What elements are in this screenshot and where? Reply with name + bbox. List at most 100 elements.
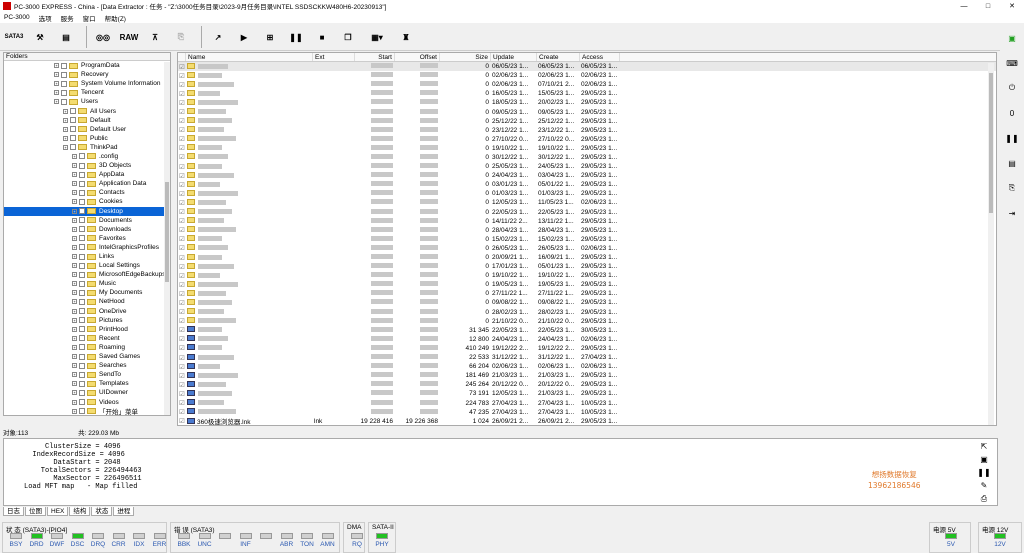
table-row[interactable]: ☑ 360极速浏览器.lnk lnk 19 228 416 19 226 368 1 02… bbox=[178, 417, 996, 425]
tree-checkbox[interactable] bbox=[79, 217, 85, 224]
tree-item[interactable]: + Saved Games bbox=[4, 352, 170, 361]
table-row[interactable]: ☑ 31 345 22/05/23 1... 22/05/23 1... 30/05/2… bbox=[178, 326, 996, 335]
expand-icon[interactable]: + bbox=[72, 326, 77, 332]
tab-hex[interactable]: HEX bbox=[47, 507, 69, 516]
file-list-scrollbar[interactable] bbox=[988, 63, 994, 425]
tree-item[interactable]: + Contacts bbox=[4, 188, 170, 197]
row-checkbox[interactable]: ☑ bbox=[178, 254, 186, 262]
menu-help[interactable]: 帮助(Z) bbox=[105, 13, 126, 23]
tree-item[interactable]: + Default User bbox=[4, 125, 170, 134]
view-mode-dropdown[interactable]: ▦▾ bbox=[363, 26, 391, 48]
table-row[interactable]: ☑ 0 27/11/22 1... 27/11/22 1... 29/05/23 1..… bbox=[178, 289, 996, 298]
tree-checkbox[interactable] bbox=[79, 271, 85, 278]
tree-checkbox[interactable] bbox=[79, 399, 85, 406]
row-checkbox[interactable]: ☑ bbox=[178, 135, 186, 143]
tree-item[interactable]: + Pictures bbox=[4, 316, 170, 325]
table-row[interactable]: ☑ 245 264 20/12/22 0... 20/12/22 0... 29/05/… bbox=[178, 380, 996, 389]
tree-checkbox[interactable] bbox=[79, 289, 85, 296]
row-checkbox[interactable]: ☑ bbox=[178, 81, 186, 89]
tree-checkbox[interactable] bbox=[79, 389, 85, 396]
row-checkbox[interactable]: ☑ bbox=[178, 235, 186, 243]
tree-item[interactable]: + SendTo bbox=[4, 370, 170, 379]
tree-checkbox[interactable] bbox=[79, 380, 85, 387]
raw-button[interactable]: RAW bbox=[118, 26, 140, 48]
network-icon[interactable]: ⊞ bbox=[259, 26, 281, 48]
table-row[interactable]: ☑ 0 02/06/23 1... 07/10/21 2... 02/06/23 1..… bbox=[178, 80, 996, 89]
tree-checkbox[interactable] bbox=[79, 317, 85, 324]
tree-item[interactable]: + Cookies bbox=[4, 197, 170, 206]
tree-item[interactable]: + Recent bbox=[4, 334, 170, 343]
tree-checkbox[interactable] bbox=[61, 80, 67, 87]
connect-icon[interactable]: ⇥ bbox=[1000, 202, 1024, 224]
expand-icon[interactable]: + bbox=[54, 72, 59, 78]
tree-item[interactable]: + MicrosoftEdgeBackups bbox=[4, 270, 170, 279]
tree-checkbox[interactable] bbox=[70, 108, 76, 115]
tree-checkbox[interactable] bbox=[79, 298, 85, 305]
row-checkbox[interactable]: ☑ bbox=[178, 408, 186, 416]
tree-item[interactable]: + Downloads bbox=[4, 225, 170, 234]
col-create[interactable]: Create bbox=[537, 53, 580, 61]
row-checkbox[interactable]: ☑ bbox=[178, 144, 186, 152]
tree-item[interactable]: + Application Data bbox=[4, 179, 170, 188]
row-checkbox[interactable]: ☑ bbox=[178, 108, 186, 116]
expand-icon[interactable]: + bbox=[72, 199, 77, 205]
row-checkbox[interactable]: ☑ bbox=[178, 326, 186, 334]
expand-icon[interactable]: + bbox=[72, 399, 77, 405]
tree-checkbox[interactable] bbox=[61, 98, 67, 105]
table-row[interactable]: ☑ 0 23/12/22 1... 23/12/22 1... 29/05/23 1..… bbox=[178, 126, 996, 135]
stop-icon[interactable]: ■ bbox=[311, 26, 333, 48]
tree-item[interactable]: + Local Settings bbox=[4, 261, 170, 270]
table-row[interactable]: ☑ 0 02/06/23 1... 02/06/23 1... 02/06/23 1..… bbox=[178, 71, 996, 80]
table-row[interactable]: ☑ 0 12/05/23 1... 11/05/23 1... 02/06/23 1..… bbox=[178, 198, 996, 207]
tree-checkbox[interactable] bbox=[61, 62, 67, 69]
expand-icon[interactable]: + bbox=[72, 290, 77, 296]
expand-icon[interactable]: + bbox=[72, 272, 77, 278]
tree-item[interactable]: + .config bbox=[4, 152, 170, 161]
row-checkbox[interactable]: ☑ bbox=[178, 354, 186, 362]
row-checkbox[interactable]: ☑ bbox=[178, 208, 186, 216]
table-row[interactable]: ☑ 0 19/10/22 1... 19/10/22 1... 29/05/23 1..… bbox=[178, 144, 996, 153]
drive-info-icon[interactable]: ▤ bbox=[55, 26, 77, 48]
tools-icon[interactable]: ⚒ bbox=[29, 26, 51, 48]
expand-icon[interactable]: + bbox=[54, 81, 59, 87]
expand-icon[interactable]: + bbox=[72, 335, 77, 341]
expand-icon[interactable]: + bbox=[72, 263, 77, 269]
tree-checkbox[interactable] bbox=[70, 126, 76, 133]
tree-checkbox[interactable] bbox=[79, 180, 85, 187]
table-row[interactable]: ☑ 0 09/08/22 1... 09/08/22 1... 29/05/23 1..… bbox=[178, 298, 996, 307]
col-size[interactable]: Size bbox=[440, 53, 491, 61]
table-row[interactable]: ☑ 0 17/01/23 1... 05/01/23 1... 29/05/23 1..… bbox=[178, 262, 996, 271]
table-row[interactable]: ☑ 0 19/05/23 1... 19/05/23 1... 29/05/23 1..… bbox=[178, 280, 996, 289]
expand-icon[interactable]: + bbox=[72, 344, 77, 350]
expand-icon[interactable]: + bbox=[72, 190, 77, 196]
expand-icon[interactable]: + bbox=[72, 281, 77, 287]
tree-item[interactable]: + Templates bbox=[4, 379, 170, 388]
expand-icon[interactable]: + bbox=[72, 172, 77, 178]
expand-icon[interactable]: + bbox=[72, 153, 77, 159]
tree-checkbox[interactable] bbox=[79, 371, 85, 378]
tree-item[interactable]: + Favorites bbox=[4, 234, 170, 243]
expand-icon[interactable]: + bbox=[72, 308, 77, 314]
tree-checkbox[interactable] bbox=[79, 308, 85, 315]
tree-item[interactable]: + 「开始」菜单 bbox=[4, 407, 170, 415]
tree-checkbox[interactable] bbox=[70, 144, 76, 151]
table-row[interactable]: ☑ 0 14/11/22 2... 13/11/22 1... 29/05/23 1..… bbox=[178, 217, 996, 226]
expand-icon[interactable]: + bbox=[72, 254, 77, 260]
expand-icon[interactable]: + bbox=[72, 226, 77, 232]
tree-checkbox[interactable] bbox=[79, 362, 85, 369]
row-checkbox[interactable]: ☑ bbox=[178, 217, 186, 225]
expand-icon[interactable]: + bbox=[63, 117, 68, 123]
table-row[interactable]: ☑ 66 204 02/06/23 1... 02/06/23 1... 02/06/2… bbox=[178, 362, 996, 371]
row-checkbox[interactable]: ☑ bbox=[178, 153, 186, 161]
play-icon[interactable]: ▶ bbox=[233, 26, 255, 48]
tree-item[interactable]: + PrintHood bbox=[4, 325, 170, 334]
menu-window[interactable]: 窗口 bbox=[83, 13, 96, 23]
close-button[interactable]: ✕ bbox=[1000, 2, 1024, 10]
menu-pc3000[interactable]: PC-3000 bbox=[4, 14, 30, 21]
row-checkbox[interactable]: ☑ bbox=[178, 417, 186, 425]
tree-checkbox[interactable] bbox=[79, 344, 85, 351]
table-row[interactable]: ☑ 0 19/10/22 1... 19/10/22 1... 29/05/23 1..… bbox=[178, 271, 996, 280]
table-row[interactable]: ☑ 0 20/09/21 1... 16/09/21 1... 29/05/23 1..… bbox=[178, 253, 996, 262]
tab-status[interactable]: 状态 bbox=[91, 507, 113, 516]
tree-item[interactable]: + ThinkPad bbox=[4, 143, 170, 152]
